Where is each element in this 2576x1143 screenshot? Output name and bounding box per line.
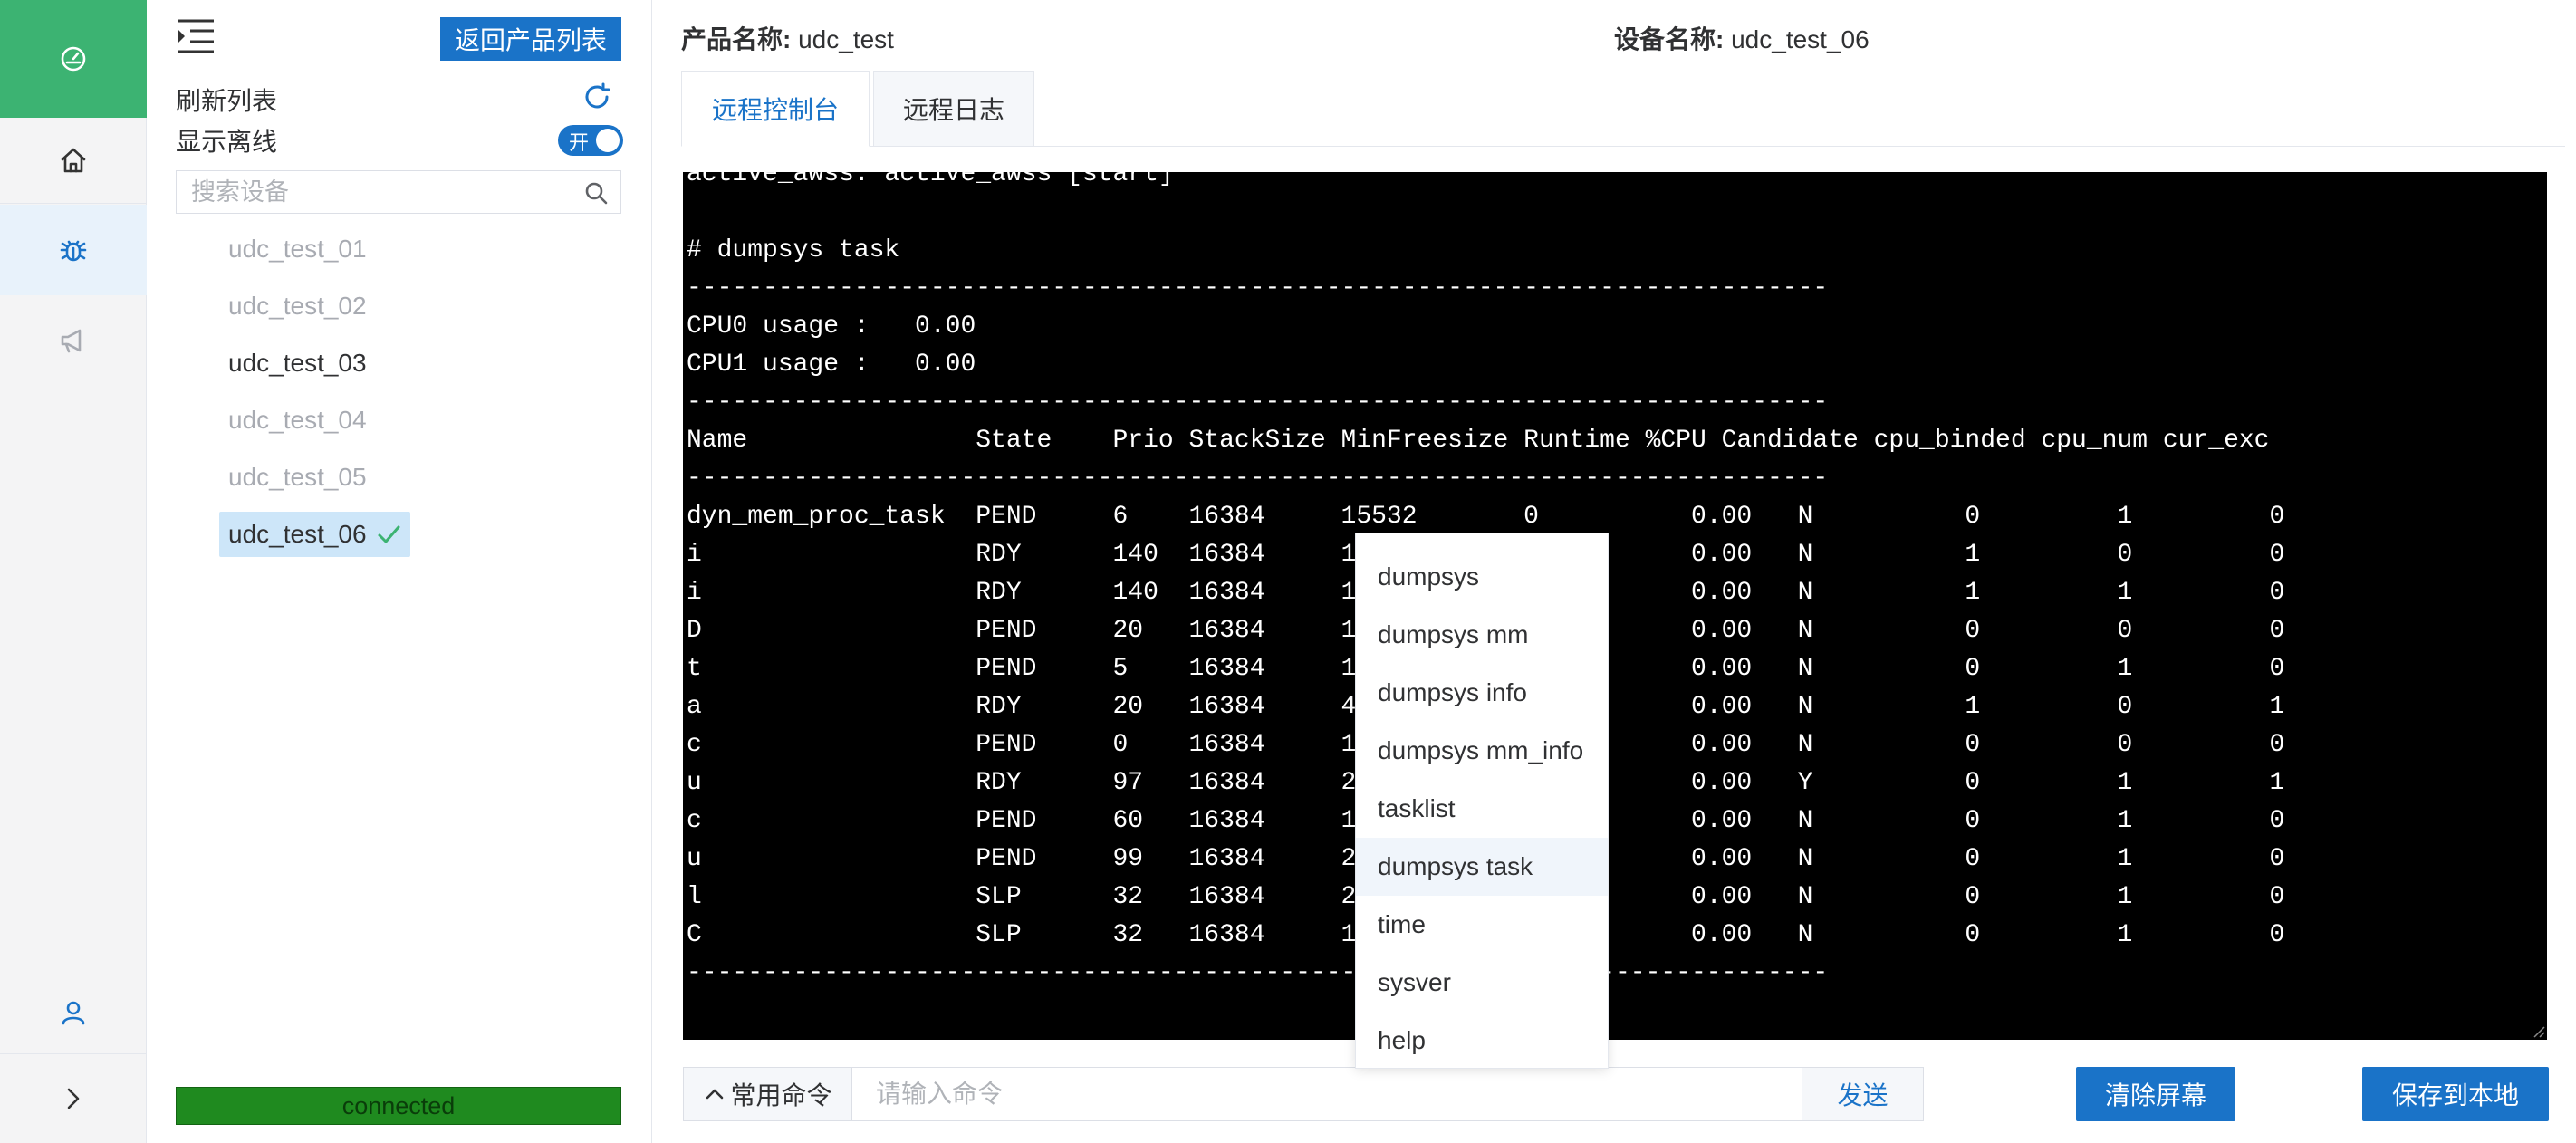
device-item[interactable]: udc_test_02 — [219, 283, 376, 329]
dashboard-icon — [61, 46, 86, 72]
command-bar: 常用命令 发送 — [683, 1067, 1924, 1121]
show-offline-label: 显示离线 — [176, 128, 278, 156]
toggle-knob — [596, 129, 620, 152]
clear-screen-button[interactable]: 清除屏幕 — [2076, 1067, 2235, 1121]
command-option-highlighted[interactable]: dumpsys task — [1356, 838, 1608, 896]
nav-expand[interactable] — [0, 1054, 147, 1143]
announce-icon — [61, 329, 82, 353]
command-option[interactable]: sysver — [1356, 954, 1608, 1012]
connection-status-bar: connected — [176, 1087, 621, 1125]
common-commands-label: 常用命令 — [730, 1081, 832, 1109]
nav-debug[interactable] — [0, 205, 147, 295]
product-value: udc_test — [798, 25, 894, 53]
user-icon — [62, 1001, 85, 1024]
terminal-output[interactable]: active_awss: active_awss [start] # dumps… — [683, 172, 2547, 1040]
command-option[interactable]: dumpsys — [1356, 548, 1608, 606]
command-option[interactable]: help — [1356, 1012, 1608, 1070]
check-icon — [376, 522, 401, 547]
send-button[interactable]: 发送 — [1802, 1068, 1923, 1120]
nav-rail — [0, 0, 147, 1143]
command-option[interactable]: dumpsys info — [1356, 664, 1608, 722]
device-name: udc_test_03 — [228, 349, 367, 377]
device-label: 设备名称: — [1614, 25, 1725, 53]
product-label: 产品名称: — [681, 25, 792, 53]
debug-icon — [60, 240, 87, 262]
device-name: udc_test_05 — [228, 463, 367, 491]
save-local-button[interactable]: 保存到本地 — [2362, 1067, 2549, 1121]
nav-dashboard[interactable] — [0, 0, 147, 118]
show-offline-toggle[interactable]: 开 — [558, 125, 623, 156]
device-search-input[interactable] — [177, 171, 575, 213]
common-command-menu: dumpsys dumpsys mm dumpsys info dumpsys … — [1355, 533, 1609, 1069]
device-value: udc_test_06 — [1731, 25, 1870, 53]
command-option[interactable]: dumpsys mm_info — [1356, 722, 1608, 780]
caret-up-icon — [703, 1082, 726, 1106]
tab-remote-log[interactable]: 远程日志 — [873, 71, 1034, 147]
home-icon — [61, 148, 86, 173]
toggle-text: 开 — [569, 131, 590, 154]
tab-bar: 远程控制台 远程日志 — [681, 69, 2565, 147]
nav-home[interactable] — [0, 118, 147, 204]
command-option[interactable]: dumpsys mm — [1356, 606, 1608, 664]
device-search-box — [176, 170, 621, 214]
command-option[interactable]: time — [1356, 896, 1608, 954]
refresh-icon[interactable] — [582, 82, 612, 112]
device-item-selected[interactable]: udc_test_06 — [219, 512, 410, 557]
tab-remote-console[interactable]: 远程控制台 — [681, 71, 870, 147]
expand-icon — [67, 1088, 80, 1109]
device-name: udc_test_04 — [228, 406, 367, 434]
device-item[interactable]: udc_test_03 — [219, 341, 376, 386]
device-panel: 返回产品列表 刷新列表 显示离线 开 udc_test_01 udc_test_… — [147, 0, 652, 1143]
nav-announce[interactable] — [0, 295, 147, 386]
device-name: udc_test_02 — [228, 292, 367, 320]
device-name: udc_test_06 — [228, 520, 367, 548]
refresh-list-label: 刷新列表 — [176, 87, 278, 115]
menu-collapse-icon[interactable] — [176, 18, 216, 54]
device-item[interactable]: udc_test_04 — [219, 398, 376, 443]
nav-user[interactable] — [0, 971, 147, 1054]
product-info: 产品名称: udc_test — [681, 20, 894, 56]
back-to-products-button[interactable]: 返回产品列表 — [440, 17, 621, 61]
device-item[interactable]: udc_test_05 — [219, 455, 376, 500]
search-icon[interactable] — [582, 179, 610, 207]
resize-handle-icon[interactable] — [2531, 1023, 2545, 1038]
device-item[interactable]: udc_test_01 — [219, 226, 376, 272]
command-option[interactable]: tasklist — [1356, 780, 1608, 838]
device-info: 设备名称: udc_test_06 — [1614, 20, 1870, 56]
main-area: 产品名称: udc_test 设备名称: udc_test_06 远程控制台 远… — [652, 0, 2576, 1143]
command-input[interactable] — [854, 1068, 1787, 1120]
common-commands-button[interactable]: 常用命令 — [684, 1068, 852, 1120]
device-name: udc_test_01 — [228, 235, 367, 263]
